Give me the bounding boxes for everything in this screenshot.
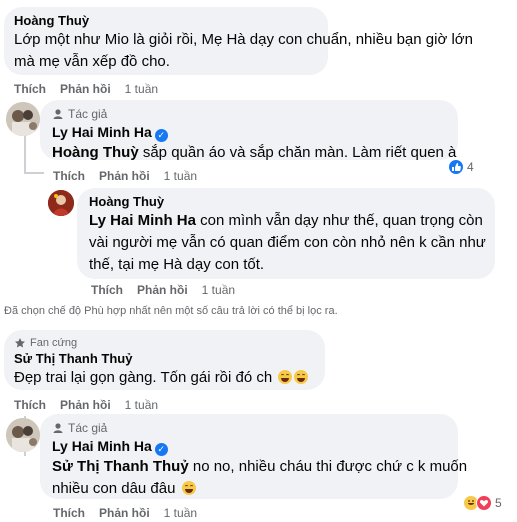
comment-bubble: Tác giả Ly Hai Minh Ha ✓ Hoàng Thuỳ sắp q… xyxy=(40,100,458,161)
like-button[interactable]: Thích xyxy=(53,506,85,520)
filter-notice: Đã chọn chế độ Phù hợp nhất nên một số c… xyxy=(4,305,338,317)
comment-text: Hoàng Thuỳ sắp quần áo và sắp chăn màn. … xyxy=(52,142,456,164)
verified-badge-icon: ✓ xyxy=(154,129,168,142)
reaction-summary[interactable]: 5 xyxy=(460,494,505,512)
reply-button[interactable]: Phản hồi xyxy=(60,82,111,96)
author-tag: Tác giả xyxy=(52,420,446,436)
comment-time[interactable]: 1 tuần xyxy=(164,169,197,183)
reaction-count: 4 xyxy=(467,160,474,174)
avatar[interactable] xyxy=(6,102,40,136)
author-badge-icon xyxy=(53,423,63,433)
fan-badge-icon xyxy=(15,338,25,348)
like-button[interactable]: Thích xyxy=(53,169,85,183)
comment-actions: Thích Phản hồi 1 tuần xyxy=(14,398,158,412)
comment-text-content: nhiều con dâu đâu xyxy=(52,480,176,497)
comment-bubble: Hoàng Thuỳ Ly Hai Minh Ha con mình vẫn d… xyxy=(77,188,495,279)
like-reaction-icon xyxy=(448,159,464,175)
comment-bubble: Hoàng Thuỳ Lớp một như Mio là giỏi rồi, … xyxy=(4,7,473,75)
comment-author[interactable]: Hoàng Thuỳ xyxy=(89,194,483,210)
like-button[interactable]: Thích xyxy=(14,398,46,412)
reply-button[interactable]: Phản hồi xyxy=(99,169,150,183)
comment-author-row: Ly Hai Minh Ha ✓ xyxy=(52,436,446,456)
comment-bubble: Tác giả Ly Hai Minh Ha ✓ Sử Thị Thanh Thu… xyxy=(40,414,467,500)
comment-time[interactable]: 1 tuần xyxy=(125,398,158,412)
comment-author-row: Ly Hai Minh Ha ✓ xyxy=(52,122,446,142)
comment-text-content: Đẹp trai lại gọn gàng. Tốn gái rồi đó ch xyxy=(14,369,273,386)
comment-text-line: mà mẹ vẫn xếp đồ cho. xyxy=(14,53,170,70)
mention-link[interactable]: Sử Thị Thanh Thuỷ xyxy=(52,458,189,475)
verified-badge-icon: ✓ xyxy=(154,443,168,456)
comment-author[interactable]: Hoàng Thuỳ xyxy=(14,13,318,29)
comment-text-line: vài người mẹ vẫn có quan điểm con còn nh… xyxy=(89,234,486,251)
comment-text-content: con mình vẫn dạy như thế, quan trọng còn xyxy=(195,212,483,229)
comment-text: Đẹp trai lại gọn gàng. Tốn gái rồi đó ch xyxy=(14,367,315,389)
fan-tag-label: Fan cứng xyxy=(30,337,78,349)
comment-author[interactable]: Ly Hai Minh Ha xyxy=(52,124,152,140)
reaction-count: 5 xyxy=(495,496,502,510)
laughing-emoji-icon xyxy=(278,370,293,384)
comment-actions: Thích Phản hồi 1 tuần xyxy=(53,169,197,183)
comment-text-line: Lớp một như Mio là giỏi rồi, Mẹ Hà dạy c… xyxy=(14,31,473,48)
love-reaction-icon xyxy=(476,495,492,511)
comment-actions: Thích Phản hồi 1 tuần xyxy=(53,506,197,520)
comment-text-line: Sử Thị Thanh Thuỷ no no, nhiều cháu thi … xyxy=(52,456,467,478)
reply-button[interactable]: Phản hồi xyxy=(137,283,188,297)
like-button[interactable]: Thích xyxy=(91,283,123,297)
mention-link[interactable]: Ly Hai Minh Ha xyxy=(89,212,196,229)
mention-link[interactable]: Hoàng Thuỳ xyxy=(52,144,139,161)
comment-author[interactable]: Sử Thị Thanh Thuỷ xyxy=(14,351,315,367)
author-tag-label: Tác giả xyxy=(68,421,108,435)
comment-time[interactable]: 1 tuần xyxy=(164,506,197,520)
avatar-image xyxy=(6,102,40,136)
fan-tag: Fan cứng xyxy=(14,335,315,351)
comment-author[interactable]: Ly Hai Minh Ha xyxy=(52,438,152,454)
author-badge-icon xyxy=(53,109,63,119)
avatar[interactable] xyxy=(6,418,40,452)
author-tag-label: Tác giả xyxy=(68,107,108,121)
thread-line xyxy=(24,172,44,174)
comment-text-line: nhiều con dâu đâu xyxy=(52,478,446,500)
comment-actions: Thích Phản hồi 1 tuần xyxy=(14,82,158,96)
like-button[interactable]: Thích xyxy=(14,82,46,96)
avatar[interactable] xyxy=(48,190,74,216)
laughing-emoji-icon xyxy=(294,370,309,384)
comment-text-line: thế, tại mẹ Hà dạy con tốt. xyxy=(89,256,265,273)
comment-time[interactable]: 1 tuần xyxy=(202,283,235,297)
laughing-emoji-icon xyxy=(181,481,196,495)
reply-button[interactable]: Phản hồi xyxy=(99,506,150,520)
reaction-summary[interactable]: 4 xyxy=(445,158,477,176)
avatar-image xyxy=(6,418,40,452)
comment-bubble: Fan cứng Sử Thị Thanh Thuỷ Đẹp trai lại … xyxy=(4,330,325,390)
reply-button[interactable]: Phản hồi xyxy=(60,398,111,412)
comment-text-content: sắp quần áo và sắp chăn màn. Làm riết qu… xyxy=(138,144,457,161)
comment-time[interactable]: 1 tuần xyxy=(125,82,158,96)
author-tag: Tác giả xyxy=(52,106,446,122)
comment-text-line: Ly Hai Minh Ha con mình vẫn dạy như thế,… xyxy=(89,210,483,232)
comment-text-content: no no, nhiều cháu thi được chứ c k muốn xyxy=(188,458,468,475)
avatar-image xyxy=(48,190,74,216)
comment-actions: Thích Phản hồi 1 tuần xyxy=(91,283,235,297)
